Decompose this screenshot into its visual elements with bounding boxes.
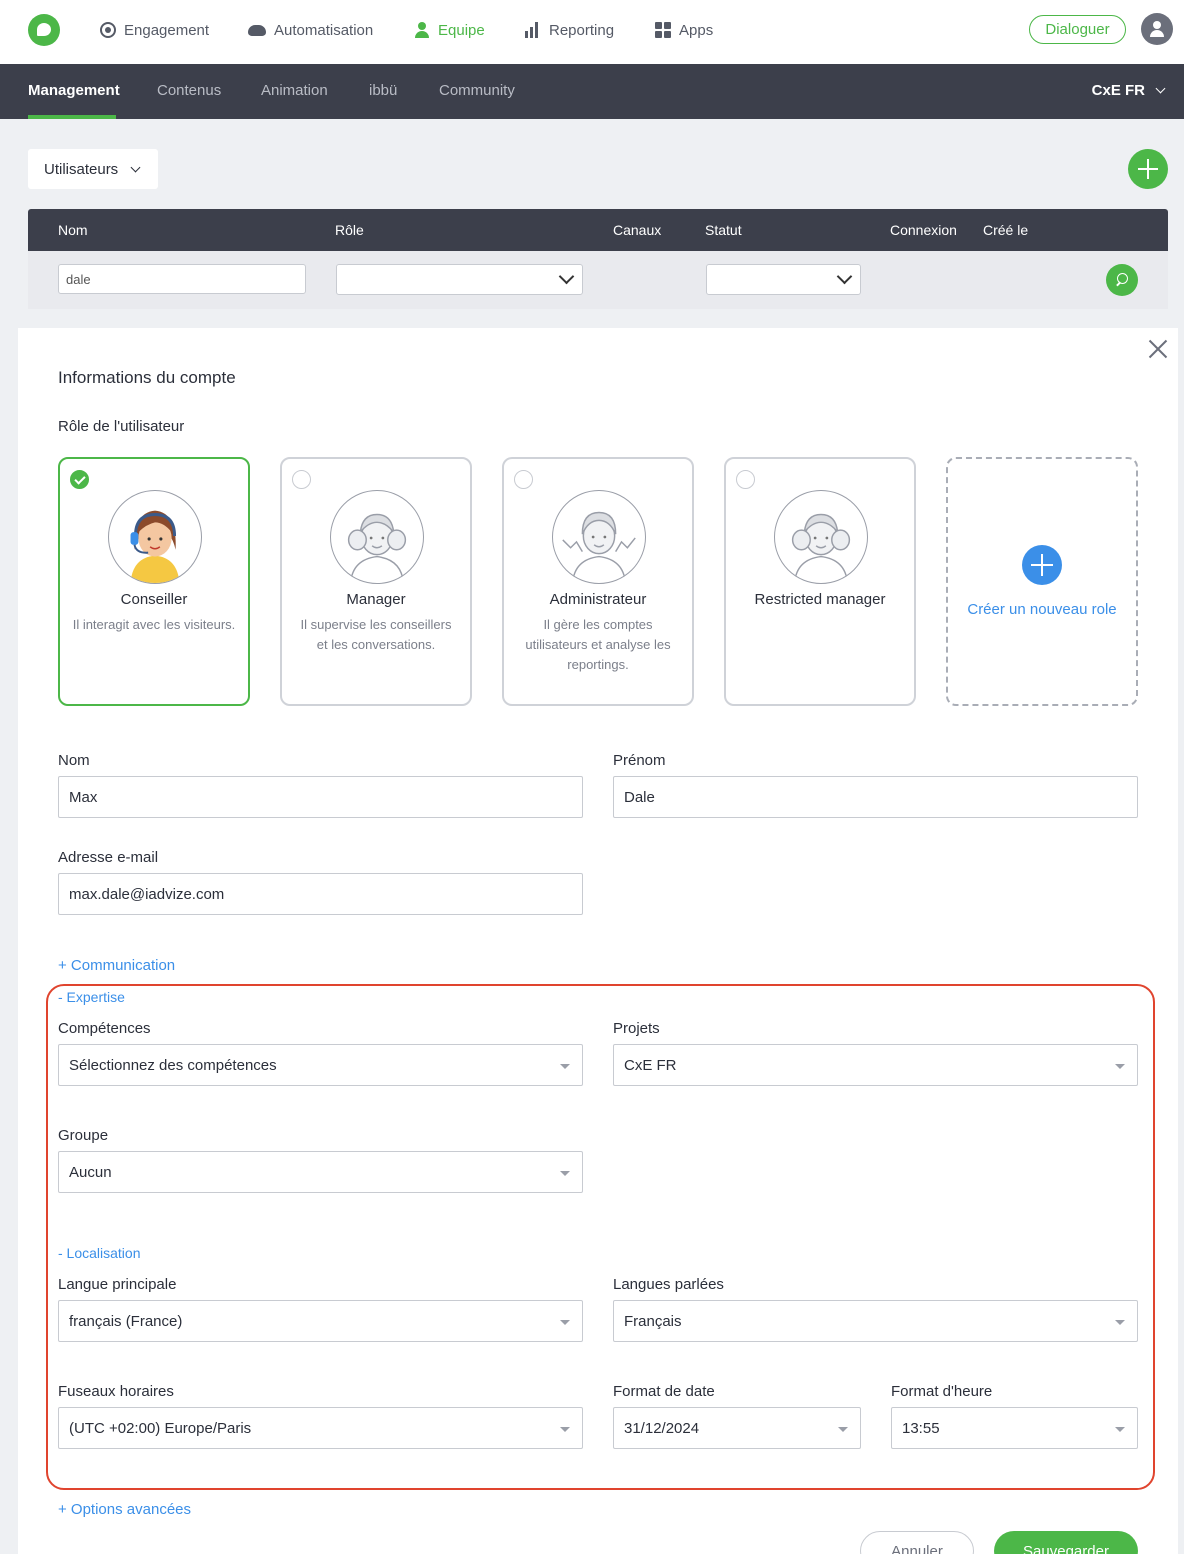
top-navigation: Engagement Automatisation Equipe Reporti… (0, 0, 1184, 64)
panel-title: Informations du compte (58, 368, 236, 387)
subnav-item-management[interactable]: Management (28, 82, 120, 99)
role-section-label: Rôle de l'utilisateur (58, 418, 185, 435)
nom-input[interactable]: Max (58, 776, 583, 818)
role-name: Administrateur (549, 591, 647, 608)
sub-navigation: Management Contenus Animation ibbü Commu… (0, 64, 1184, 119)
nav-item-label: Engagement (124, 21, 210, 39)
subnav-item-contenus[interactable]: Contenus (157, 82, 221, 99)
target-icon (100, 22, 116, 38)
highlight-annotation (46, 984, 1155, 1490)
manager-avatar-icon (330, 490, 424, 584)
add-user-button[interactable] (1128, 149, 1168, 189)
bar-chart-icon (525, 22, 541, 38)
role-filter-select[interactable] (336, 264, 583, 295)
role-card-manager[interactable]: Manager Il supervise les conseillers et … (280, 457, 472, 706)
role-card-conseiller[interactable]: Conseiller Il interagit avec les visiteu… (58, 457, 250, 706)
role-radio[interactable] (292, 470, 311, 489)
dialoguer-button[interactable]: Dialoguer (1029, 15, 1126, 44)
column-header-connexion[interactable]: Connexion (890, 222, 957, 238)
email-input[interactable]: max.dale@iadvize.com (58, 873, 583, 915)
subnav-item-animation[interactable]: Animation (261, 82, 328, 99)
nav-item-engagement[interactable]: Engagement (100, 20, 209, 40)
iadvize-logo-icon[interactable] (28, 14, 60, 46)
plus-icon (1022, 545, 1062, 585)
advanced-options-link[interactable]: + Options avancées (58, 1501, 191, 1518)
name-filter-input[interactable]: dale (58, 264, 306, 294)
nav-item-automatisation[interactable]: Automatisation (248, 20, 373, 40)
role-description: Il gère les comptes utilisateurs et anal… (525, 617, 671, 672)
search-button[interactable] (1106, 264, 1138, 296)
role-radio[interactable] (514, 470, 533, 489)
role-name: Restricted manager (754, 591, 886, 608)
chevron-down-icon (1155, 83, 1166, 94)
conseiller-avatar-icon (108, 490, 202, 584)
apps-grid-icon (655, 22, 671, 38)
role-description: Il interagit avec les visiteurs. (72, 617, 236, 632)
create-role-card[interactable]: Créer un nouveau role (946, 457, 1138, 706)
nav-item-reporting[interactable]: Reporting (525, 20, 614, 40)
subnav-item-community[interactable]: Community (439, 82, 515, 99)
users-dropdown-label: Utilisateurs (44, 160, 119, 178)
role-card-restricted-manager[interactable]: Restricted manager (724, 457, 916, 706)
administrateur-avatar-icon (552, 490, 646, 584)
create-role-label: Créer un nouveau role (967, 601, 1117, 618)
chevron-down-icon (130, 162, 141, 172)
users-table-header: Nom Rôle Canaux Statut Connexion Créé le (28, 209, 1168, 251)
role-radio[interactable] (736, 470, 755, 489)
role-radio-checked[interactable] (70, 470, 89, 489)
user-avatar-icon[interactable] (1141, 13, 1173, 45)
nav-item-equipe[interactable]: Equipe (414, 20, 485, 40)
role-name: Manager (346, 591, 406, 608)
cloud-icon (248, 24, 266, 36)
cancel-button[interactable]: Annuler (860, 1531, 974, 1554)
prenom-label: Prénom (613, 752, 666, 769)
filter-row: dale (28, 251, 1168, 309)
users-dropdown[interactable]: Utilisateurs (28, 149, 158, 189)
status-filter-select[interactable] (706, 264, 861, 295)
role-name: Conseiller (120, 591, 188, 608)
nom-label: Nom (58, 752, 90, 769)
restricted-manager-avatar-icon (774, 490, 868, 584)
nav-item-label: Equipe (438, 21, 485, 39)
prenom-input[interactable]: Dale (613, 776, 1138, 818)
column-header-canaux[interactable]: Canaux (613, 222, 661, 238)
column-header-role[interactable]: Rôle (335, 222, 364, 238)
role-description: Il supervise les conseillers et les conv… (300, 617, 452, 652)
column-header-nom[interactable]: Nom (58, 222, 88, 238)
person-icon (414, 22, 430, 38)
nav-item-apps[interactable]: Apps (655, 20, 713, 40)
save-button[interactable]: Sauvegarder (994, 1531, 1138, 1554)
communication-toggle-link[interactable]: + Communication (58, 957, 175, 974)
project-selector[interactable]: CxE FR (1091, 82, 1166, 99)
chevron-down-icon (836, 268, 853, 285)
email-label: Adresse e-mail (58, 849, 159, 866)
column-header-cree-le[interactable]: Créé le (983, 222, 1028, 238)
role-card-administrateur[interactable]: Administrateur Il gère les comptes utili… (502, 457, 694, 706)
subnav-item-ibbu[interactable]: ibbü (369, 82, 397, 99)
active-tab-indicator (28, 115, 116, 119)
column-header-statut[interactable]: Statut (705, 222, 742, 238)
nav-item-label: Automatisation (274, 21, 374, 39)
close-icon[interactable] (1148, 338, 1168, 358)
nav-item-label: Apps (679, 21, 714, 39)
nav-item-label: Reporting (549, 21, 615, 39)
chevron-down-icon (558, 268, 575, 285)
project-selector-label: CxE FR (1091, 82, 1145, 99)
